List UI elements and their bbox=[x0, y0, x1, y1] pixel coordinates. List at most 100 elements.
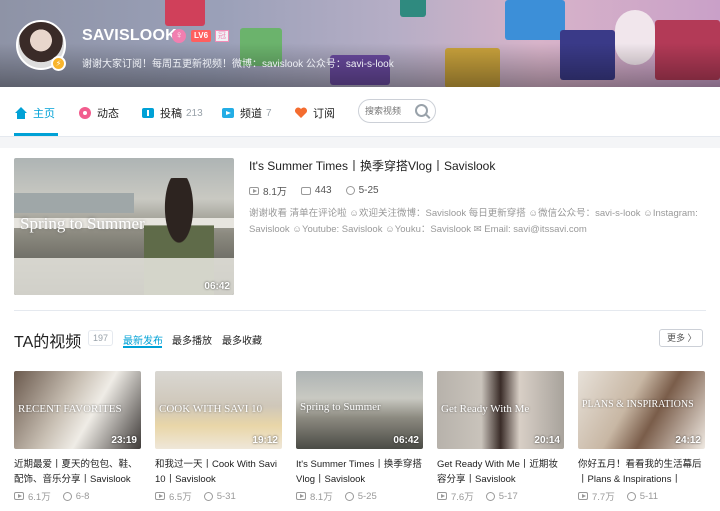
profile-sign: 谢谢大家订阅！每周五更新视频！微博：savislook 公众号：savi-s-l… bbox=[82, 59, 394, 70]
tab-subscriptions[interactable]: 订阅 bbox=[294, 103, 335, 123]
section-divider bbox=[14, 310, 706, 311]
comment-count: 443 bbox=[300, 185, 332, 196]
sort-latest[interactable]: 最新发布 bbox=[123, 332, 163, 347]
clock-icon bbox=[626, 491, 636, 501]
play-count-icon bbox=[14, 492, 24, 500]
play-count-icon bbox=[578, 492, 588, 500]
featured-video-description: 谢谢收看 清单在评论啦 ☺欢迎关注微博：Savislook 每日更新穿搭 ☺微信… bbox=[249, 208, 698, 235]
tab-uploads[interactable]: 投稿 213 bbox=[141, 103, 203, 123]
publish-date: 5-31 bbox=[203, 490, 236, 502]
upload-icon bbox=[141, 106, 155, 120]
clock-icon bbox=[62, 491, 72, 501]
search-input[interactable] bbox=[365, 104, 415, 118]
video-duration: 06:42 bbox=[393, 435, 419, 446]
thumbnail-overlay-text: Get Ready With Me bbox=[441, 403, 530, 415]
view-count-text: 7.6万 bbox=[451, 492, 474, 503]
view-count-text: 6.1万 bbox=[28, 492, 51, 503]
heart-icon bbox=[294, 106, 308, 120]
video-card[interactable]: PLANS & INSPIRATIONS 24:12 你好五月！看看我的生活幕后… bbox=[578, 371, 705, 503]
section-title: TA的视频 bbox=[14, 334, 82, 351]
tab-home[interactable]: 主页 bbox=[14, 103, 55, 123]
publish-date: 5-11 bbox=[626, 490, 659, 502]
sort-most-favorited[interactable]: 最多收藏 bbox=[222, 332, 262, 347]
level-badge: LV6 bbox=[191, 30, 212, 42]
character-decoration bbox=[505, 0, 565, 40]
video-thumbnail[interactable]: RECENT FAVORITES 23:19 bbox=[14, 371, 141, 449]
video-grid: RECENT FAVORITES 23:19 近期最爱丨夏天的包包、鞋、配饰、音… bbox=[14, 371, 714, 511]
view-count: 6.1万 bbox=[14, 489, 51, 503]
video-thumbnail[interactable]: Get Ready With Me 20:14 bbox=[437, 371, 564, 449]
home-icon bbox=[14, 106, 28, 120]
publish-date-text: 5-11 bbox=[639, 490, 659, 502]
tab-label: 主页 bbox=[33, 108, 55, 120]
gift-box-decoration bbox=[165, 0, 205, 26]
video-thumbnail[interactable]: COOK WITH SAVI 10 19:12 bbox=[155, 371, 282, 449]
video-meta: 8.1万 5-25 bbox=[296, 489, 423, 503]
publish-date-text: 5-25 bbox=[358, 185, 379, 196]
video-title[interactable]: 近期最爱丨夏天的包包、鞋、配饰、音乐分享丨Savislook bbox=[14, 457, 141, 487]
tab-label: 动态 bbox=[97, 108, 119, 120]
video-title[interactable]: 你好五月！看看我的生活幕后丨Plans & Inspirations丨 bbox=[578, 457, 705, 487]
play-count-icon bbox=[437, 492, 447, 500]
thumbnail-overlay-text: RECENT FAVORITES bbox=[18, 403, 122, 415]
tab-label: 订阅 bbox=[313, 108, 335, 120]
video-card[interactable]: COOK WITH SAVI 10 19:12 和我过一天丨Cook With … bbox=[155, 371, 282, 503]
thumbnail-overlay-text: PLANS & INSPIRATIONS bbox=[582, 399, 694, 410]
featured-video-title[interactable]: It's Summer Times丨换季穿搭Vlog丨Savislook bbox=[249, 157, 495, 174]
view-count: 7.6万 bbox=[437, 489, 474, 503]
search-icon[interactable] bbox=[415, 104, 428, 117]
video-thumbnail[interactable]: Spring to Summer 06:42 bbox=[296, 371, 423, 449]
play-count-icon bbox=[249, 186, 259, 195]
video-title[interactable]: 和我过一天丨Cook With Savi 10丨Savislook bbox=[155, 457, 282, 487]
video-duration: 06:42 bbox=[204, 281, 230, 292]
sort-most-played[interactable]: 最多播放 bbox=[172, 332, 212, 347]
tab-channels[interactable]: 频道 7 bbox=[221, 103, 272, 123]
active-tab-indicator bbox=[14, 133, 58, 136]
publish-date: 6-8 bbox=[62, 490, 90, 502]
more-button[interactable]: 更多 〉 bbox=[659, 329, 703, 347]
publish-date-text: 6-8 bbox=[75, 490, 90, 502]
active-sort-indicator bbox=[123, 346, 162, 348]
publish-date: 5-25 bbox=[345, 185, 379, 196]
video-title[interactable]: Get Ready With Me丨近期妆容分享丨Savislook bbox=[437, 457, 564, 487]
tab-dynamic[interactable]: 动态 bbox=[78, 103, 119, 123]
thumbnail-overlay-text: COOK WITH SAVI 10 bbox=[159, 403, 263, 415]
gift-box-decoration bbox=[400, 0, 426, 17]
video-card[interactable]: Spring to Summer 06:42 It's Summer Times… bbox=[296, 371, 423, 503]
publish-date: 5-17 bbox=[485, 491, 518, 502]
video-meta: 7.6万 5-17 bbox=[437, 489, 564, 503]
featured-video-thumbnail[interactable]: Spring to Summer 06:42 bbox=[14, 158, 234, 295]
profile-banner: ⚡ SAVISLOOK ♀ LV6 冠 谢谢大家订阅！每周五更新视频！微博：sa… bbox=[0, 0, 720, 87]
comment-icon bbox=[300, 186, 311, 195]
clock-icon bbox=[344, 491, 354, 501]
video-title[interactable]: It's Summer Times丨换季穿搭Vlog丨Savislook bbox=[296, 457, 423, 487]
member-badge: 冠 bbox=[215, 30, 229, 42]
profile-nav: 主页 动态 投稿 213 频道 7 订阅 bbox=[0, 87, 720, 137]
tab-count: 7 bbox=[266, 107, 272, 119]
flower-icon bbox=[78, 106, 92, 120]
video-search-box[interactable] bbox=[358, 99, 436, 123]
publish-date-text: 5-25 bbox=[357, 490, 377, 502]
thumbnail-overlay-text: Spring to Summer bbox=[300, 401, 381, 413]
view-count-text: 7.7万 bbox=[592, 492, 615, 503]
tab-count: 213 bbox=[186, 107, 203, 119]
view-count-text: 6.5万 bbox=[169, 492, 192, 503]
tab-label: 投稿 bbox=[160, 108, 182, 120]
clock-icon bbox=[203, 491, 213, 501]
video-card[interactable]: RECENT FAVORITES 23:19 近期最爱丨夏天的包包、鞋、配饰、音… bbox=[14, 371, 141, 503]
username: SAVISLOOK bbox=[82, 27, 177, 44]
publish-date-text: 5-31 bbox=[216, 490, 236, 502]
view-count: 7.7万 bbox=[578, 489, 615, 503]
thumb-bg bbox=[14, 193, 134, 213]
video-duration: 24:12 bbox=[675, 435, 701, 446]
play-count-icon bbox=[155, 492, 165, 500]
video-card[interactable]: Get Ready With Me 20:14 Get Ready With M… bbox=[437, 371, 564, 503]
verified-badge-icon: ⚡ bbox=[51, 56, 66, 71]
thumbnail-overlay-text: Spring to Summer bbox=[20, 214, 145, 233]
view-count: 6.5万 bbox=[155, 489, 192, 503]
clock-icon bbox=[485, 491, 495, 501]
video-duration: 19:12 bbox=[252, 435, 278, 446]
channel-icon bbox=[221, 106, 235, 120]
video-duration: 20:14 bbox=[534, 435, 560, 446]
video-thumbnail[interactable]: PLANS & INSPIRATIONS 24:12 bbox=[578, 371, 705, 449]
